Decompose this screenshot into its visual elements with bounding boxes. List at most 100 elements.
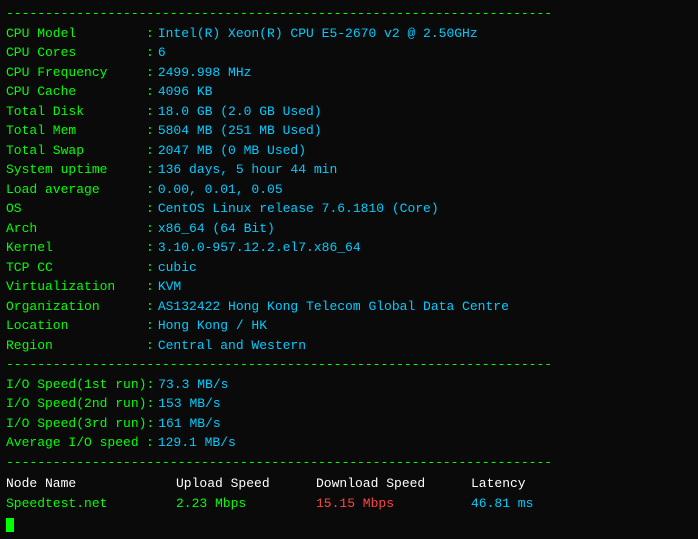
io-sep-0: : — [146, 375, 154, 395]
info-sep-5: : — [146, 121, 154, 141]
info-sep-15: : — [146, 316, 154, 336]
info-value-0: Intel(R) Xeon(R) CPU E5-2670 v2 @ 2.50GH… — [158, 24, 478, 44]
info-value-13: KVM — [158, 277, 181, 297]
info-label-4: Total Disk — [6, 102, 146, 122]
info-value-1: 6 — [158, 43, 166, 63]
info-sep-16: : — [146, 336, 154, 356]
speedtest-node: Speedtest.net — [6, 494, 176, 514]
info-sep-9: : — [146, 199, 154, 219]
io-value-3: 129.1 MB/s — [158, 433, 236, 453]
info-label-2: CPU Frequency — [6, 63, 146, 83]
info-sep-12: : — [146, 258, 154, 278]
io-label-2: I/O Speed(3rd run) — [6, 414, 146, 434]
info-label-5: Total Mem — [6, 121, 146, 141]
col-header-latency: Latency — [471, 474, 526, 494]
info-sep-13: : — [146, 277, 154, 297]
info-row: Load average : 0.00, 0.01, 0.05 — [6, 180, 692, 200]
info-label-9: OS — [6, 199, 146, 219]
info-sep-10: : — [146, 219, 154, 239]
io-row: Average I/O speed : 129.1 MB/s — [6, 433, 692, 453]
info-label-16: Region — [6, 336, 146, 356]
info-label-15: Location — [6, 316, 146, 336]
divider-top: ----------------------------------------… — [6, 4, 692, 24]
info-sep-4: : — [146, 102, 154, 122]
io-row: I/O Speed(1st run) : 73.3 MB/s — [6, 375, 692, 395]
info-row: Virtualization : KVM — [6, 277, 692, 297]
info-row: Kernel : 3.10.0-957.12.2.el7.x86_64 — [6, 238, 692, 258]
info-value-9: CentOS Linux release 7.6.1810 (Core) — [158, 199, 439, 219]
info-value-4: 18.0 GB (2.0 GB Used) — [158, 102, 322, 122]
speedtest-latency: 46.81 ms — [471, 494, 533, 514]
io-value-1: 153 MB/s — [158, 394, 220, 414]
info-label-6: Total Swap — [6, 141, 146, 161]
info-value-7: 136 days, 5 hour 44 min — [158, 160, 337, 180]
info-sep-3: : — [146, 82, 154, 102]
info-value-16: Central and Western — [158, 336, 306, 356]
info-row: Organization : AS132422 Hong Kong Teleco… — [6, 297, 692, 317]
info-label-14: Organization — [6, 297, 146, 317]
info-value-8: 0.00, 0.01, 0.05 — [158, 180, 283, 200]
col-header-upload: Upload Speed — [176, 474, 316, 494]
col-header-node: Node Name — [6, 474, 176, 494]
info-value-2: 2499.998 MHz — [158, 63, 252, 83]
info-label-10: Arch — [6, 219, 146, 239]
info-row: CPU Cache : 4096 KB — [6, 82, 692, 102]
system-info-section: CPU Model : Intel(R) Xeon(R) CPU E5-2670… — [6, 24, 692, 356]
col-header-download: Download Speed — [316, 474, 471, 494]
io-label-1: I/O Speed(2nd run) — [6, 394, 146, 414]
info-label-8: Load average — [6, 180, 146, 200]
info-value-12: cubic — [158, 258, 197, 278]
info-sep-8: : — [146, 180, 154, 200]
cursor — [6, 518, 14, 532]
info-sep-6: : — [146, 141, 154, 161]
io-row: I/O Speed(3rd run) : 161 MB/s — [6, 414, 692, 434]
info-value-14: AS132422 Hong Kong Telecom Global Data C… — [158, 297, 509, 317]
speedtest-upload: 2.23 Mbps — [176, 494, 316, 514]
info-label-11: Kernel — [6, 238, 146, 258]
io-label-0: I/O Speed(1st run) — [6, 375, 146, 395]
info-row: CPU Frequency : 2499.998 MHz — [6, 63, 692, 83]
io-value-0: 73.3 MB/s — [158, 375, 228, 395]
io-sep-2: : — [146, 414, 154, 434]
info-value-5: 5804 MB (251 MB Used) — [158, 121, 322, 141]
info-sep-0: : — [146, 24, 154, 44]
io-speed-section: I/O Speed(1st run) : 73.3 MB/s I/O Speed… — [6, 375, 692, 453]
info-value-11: 3.10.0-957.12.2.el7.x86_64 — [158, 238, 361, 258]
info-row: System uptime : 136 days, 5 hour 44 min — [6, 160, 692, 180]
info-label-12: TCP CC — [6, 258, 146, 278]
info-row: Region : Central and Western — [6, 336, 692, 356]
info-row: CPU Cores : 6 — [6, 43, 692, 63]
info-row: CPU Model : Intel(R) Xeon(R) CPU E5-2670… — [6, 24, 692, 44]
terminal-output: ----------------------------------------… — [6, 4, 692, 535]
info-row: Total Swap : 2047 MB (0 MB Used) — [6, 141, 692, 161]
info-row: Location : Hong Kong / HK — [6, 316, 692, 336]
info-sep-7: : — [146, 160, 154, 180]
info-row: Arch : x86_64 (64 Bit) — [6, 219, 692, 239]
info-row: Total Mem : 5804 MB (251 MB Used) — [6, 121, 692, 141]
speedtest-table: Node Name Upload Speed Download Speed La… — [6, 474, 692, 513]
info-sep-14: : — [146, 297, 154, 317]
io-sep-3: : — [146, 433, 154, 453]
speedtest-download: 15.15 Mbps — [316, 494, 471, 514]
info-row: TCP CC : cubic — [6, 258, 692, 278]
info-value-15: Hong Kong / HK — [158, 316, 267, 336]
info-label-7: System uptime — [6, 160, 146, 180]
info-sep-11: : — [146, 238, 154, 258]
info-value-3: 4096 KB — [158, 82, 213, 102]
info-label-1: CPU Cores — [6, 43, 146, 63]
info-value-10: x86_64 (64 Bit) — [158, 219, 275, 239]
info-value-6: 2047 MB (0 MB Used) — [158, 141, 306, 161]
io-row: I/O Speed(2nd run) : 153 MB/s — [6, 394, 692, 414]
io-label-3: Average I/O speed — [6, 433, 146, 453]
info-label-3: CPU Cache — [6, 82, 146, 102]
io-value-2: 161 MB/s — [158, 414, 220, 434]
info-row: Total Disk : 18.0 GB (2.0 GB Used) — [6, 102, 692, 122]
info-sep-1: : — [146, 43, 154, 63]
divider-bottom: ----------------------------------------… — [6, 453, 692, 473]
info-sep-2: : — [146, 63, 154, 83]
info-label-0: CPU Model — [6, 24, 146, 44]
info-label-13: Virtualization — [6, 277, 146, 297]
table-row: Speedtest.net 2.23 Mbps 15.15 Mbps 46.81… — [6, 494, 692, 514]
io-sep-1: : — [146, 394, 154, 414]
info-row: OS : CentOS Linux release 7.6.1810 (Core… — [6, 199, 692, 219]
